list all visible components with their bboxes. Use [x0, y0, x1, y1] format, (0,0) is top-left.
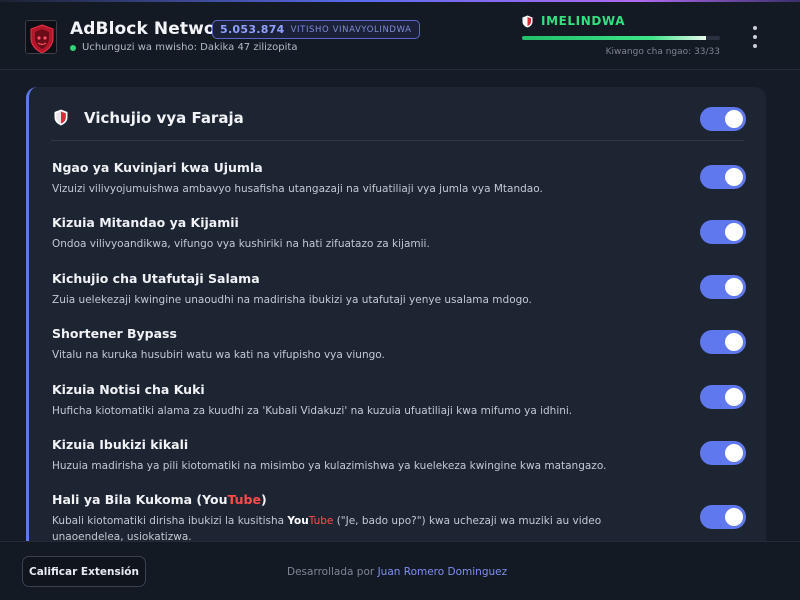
filter-toggle[interactable]	[700, 385, 746, 409]
rate-extension-button[interactable]: Calificar Extensión	[22, 556, 146, 587]
filter-name: Kizuia Mitandao ya Kijamii	[52, 215, 239, 230]
card-header: Vichujio vya Faraja	[29, 87, 766, 141]
filter-toggle[interactable]	[700, 505, 746, 529]
filter-name: Kizuia Notisi cha Kuki	[52, 382, 205, 397]
last-update-text: Uchunguzi wa mwisho: Dakika 47 zilizopit…	[82, 42, 298, 53]
protection-status: IMELINDWA Kiwango cha ngao: 33/33	[522, 14, 720, 57]
filter-toggle[interactable]	[700, 330, 746, 354]
filter-description: Zuia uelekezaji kwingine unaoudhi na mad…	[52, 294, 532, 306]
blocked-label: VITISHO VINAVYOLINDWA	[290, 24, 412, 35]
adblock-logo-icon	[25, 20, 57, 54]
filter-toggle[interactable]	[700, 441, 746, 465]
online-dot-icon	[70, 44, 76, 51]
blocked-count: 5.053.874	[220, 23, 285, 36]
protection-progress-fill	[522, 36, 707, 40]
master-toggle[interactable]	[700, 107, 746, 131]
filter-description: Huzuia madirisha ya pili kiotomatiki na …	[52, 460, 607, 472]
last-update-row: Uchunguzi wa mwisho: Dakika 47 zilizopit…	[70, 42, 297, 53]
shield-icon	[54, 109, 68, 126]
divider	[51, 140, 744, 141]
card-title: Vichujio vya Faraja	[84, 109, 244, 127]
protection-level-text: Kiwango cha ngao: 33/33	[605, 47, 720, 57]
kebab-menu-icon[interactable]	[748, 26, 762, 48]
credit-text: Desarrollada por Juan Romero Dominguez	[287, 566, 507, 578]
filter-description: Vizuizi vilivyojumuishwa ambavyo husafis…	[52, 183, 543, 195]
filter-name: Kizuia Ibukizi kikali	[52, 437, 189, 452]
blocked-counter-badge: 5.053.874 VITISHO VINAVYOLINDWA	[212, 20, 420, 39]
shield-icon	[522, 15, 533, 27]
filter-description: Vitalu na kuruka husubiri watu wa kati n…	[52, 349, 385, 361]
filter-toggle[interactable]	[700, 165, 746, 189]
filter-description: Huficha kiotomatiki alama za kuudhi za '…	[52, 405, 573, 417]
status-label: IMELINDWA	[541, 14, 626, 28]
filter-toggle[interactable]	[700, 220, 746, 244]
protection-progress-bar	[522, 36, 720, 40]
app-window: AdBlock Network 5.053.874 VITISHO VINAVY…	[0, 0, 800, 600]
filter-description: Ondoa vilivyoandikwa, vifungo vya kushir…	[52, 238, 430, 250]
filter-name: Shortener Bypass	[52, 326, 177, 341]
author-link[interactable]: Juan Romero Dominguez	[378, 566, 508, 578]
header: AdBlock Network 5.053.874 VITISHO VINAVY…	[0, 2, 800, 70]
filter-name: Hali ya Bila Kukoma (YouTube)	[52, 492, 267, 507]
comfort-filters-card: Vichujio vya Faraja Ngao ya Kuvinjari kw…	[26, 87, 766, 557]
filter-name: Ngao ya Kuvinjari kwa Ujumla	[52, 160, 263, 175]
filter-toggle[interactable]	[700, 275, 746, 299]
app-title: AdBlock Network	[70, 19, 236, 39]
footer: Calificar Extensión Desarrollada por Jua…	[0, 541, 800, 600]
credit-prefix: Desarrollada por	[287, 566, 375, 578]
filter-name: Kichujio cha Utafutaji Salama	[52, 271, 260, 286]
